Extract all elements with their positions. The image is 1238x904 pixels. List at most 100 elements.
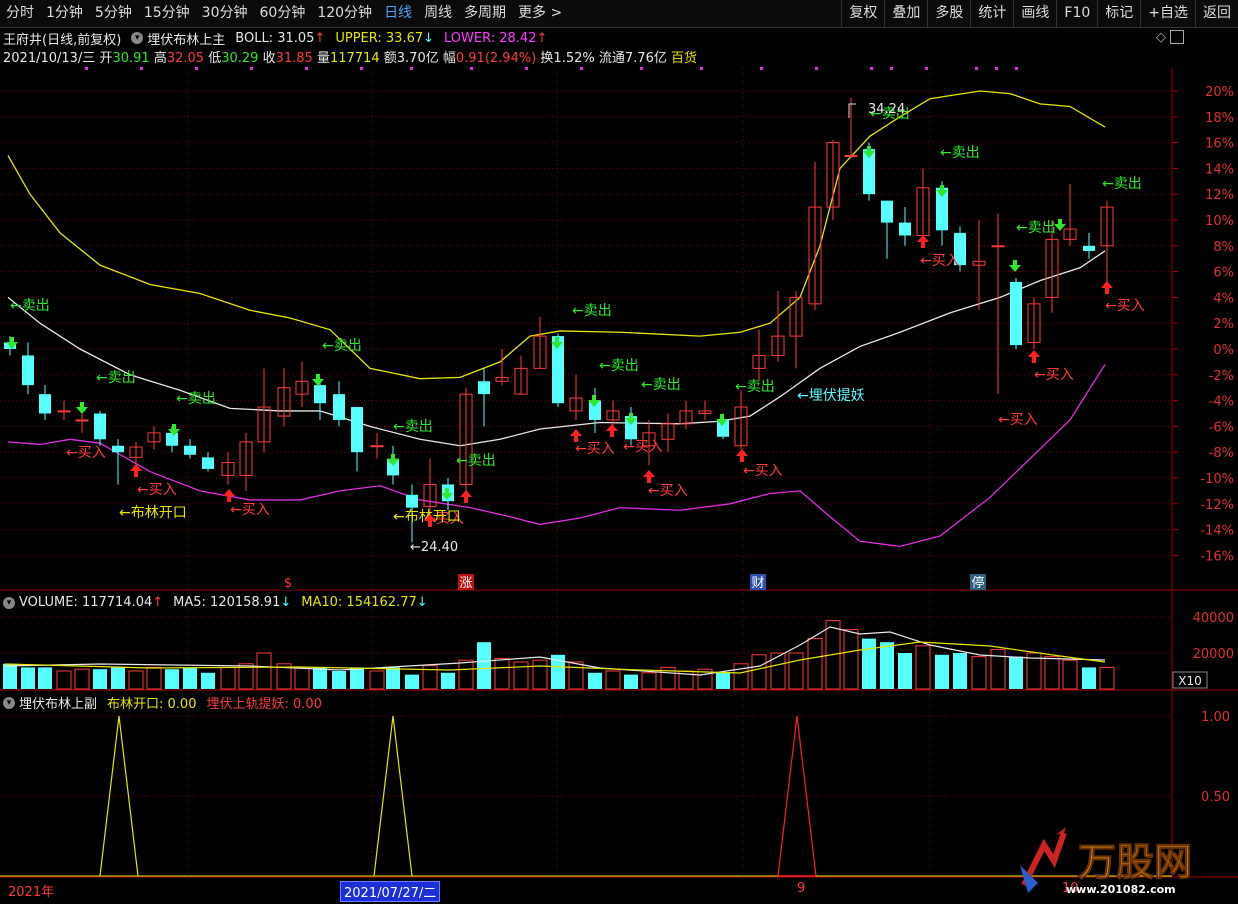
signal-dot	[580, 67, 583, 70]
price-axis-label: -14%	[1200, 524, 1234, 539]
signal-dot	[195, 67, 198, 70]
signal-dot	[250, 67, 253, 70]
signal-dot	[1015, 67, 1018, 70]
candle-body	[112, 445, 124, 453]
price-axis-label: 8%	[1213, 240, 1234, 255]
signal-dot	[995, 67, 998, 70]
ma5-value: MA5: 120158.91	[173, 595, 281, 610]
sell-signal-label: ←卖出	[940, 145, 980, 161]
volume-bar	[494, 657, 510, 690]
volume-bar	[788, 652, 804, 690]
buy-signal-label: ←买入	[575, 441, 615, 457]
price-axis-label: 20%	[1205, 85, 1234, 100]
price-axis-label: 10%	[1205, 214, 1234, 229]
volume-bar	[568, 661, 584, 690]
event-marker-label: 停	[971, 575, 984, 591]
volume-bar	[1009, 656, 1023, 689]
sell-signal-label: ←卖出	[96, 370, 136, 386]
selected-date[interactable]: 2021/07/27/二	[340, 881, 441, 902]
candle-body	[166, 432, 178, 446]
price-axis-label: -6%	[1209, 420, 1234, 435]
sell-signal-label: ←卖出	[322, 338, 362, 354]
sell-signal-label: ←卖出	[1102, 176, 1142, 192]
volume-axis-label: 40000	[1193, 611, 1234, 626]
volume-bar	[588, 672, 602, 689]
signal-dot	[360, 67, 363, 70]
sub-menu-icon[interactable]: ▾	[3, 696, 15, 709]
volume-bar	[770, 652, 786, 690]
price-axis-label: -4%	[1209, 395, 1234, 410]
volume-header: ▾ VOLUME: 117714.04 ↑ MA5: 120158.91 ↓ MA1…	[3, 595, 428, 610]
brand-logo-icon: 万股网 www.201082.com	[1020, 827, 1193, 896]
candle-body	[881, 200, 893, 223]
candle-body	[844, 155, 858, 157]
buy-signal-label: ←买入	[230, 502, 270, 518]
candle-body	[39, 394, 51, 414]
price-axis-label: 16%	[1205, 137, 1234, 152]
buy-arrow-icon	[223, 489, 235, 502]
candle-body	[94, 413, 106, 440]
volume-bar	[201, 672, 215, 689]
price-axis-label: -10%	[1200, 472, 1234, 487]
event-marker-label: 涨	[459, 576, 472, 591]
volume-bar	[165, 669, 179, 689]
boll-open-label: ←布林开口	[119, 505, 187, 521]
sub-indicator-name[interactable]: 埋伏布林上副	[19, 693, 97, 712]
sub-axis-label: 1.00	[1201, 710, 1230, 725]
volume-menu-icon[interactable]: ▾	[3, 596, 15, 609]
signal-dot	[815, 67, 818, 70]
volume-bar	[716, 672, 730, 689]
high-mark-line	[848, 103, 856, 118]
volume-bar	[146, 666, 162, 690]
low-mark-label: ←24.40	[410, 540, 458, 555]
buy-arrow-icon	[643, 470, 655, 483]
high-mark-label: 34.24	[868, 102, 905, 117]
sell-arrow-icon	[312, 374, 324, 386]
buy-arrow-icon	[1028, 350, 1040, 363]
ma10-value: MA10: 154162.77	[301, 595, 417, 610]
signal-dot	[470, 67, 473, 70]
ambush-spike	[777, 715, 817, 877]
ambush-value: 埋伏上轨提妖: 0.00	[206, 697, 322, 712]
volume-bar	[605, 670, 621, 690]
sub-indicator-header: ▾ 埋伏布林上副 布林开口: 0.00 埋伏上轨提妖: 0.00	[3, 693, 322, 712]
volume-bar	[183, 667, 197, 689]
volume-bar	[3, 663, 17, 689]
price-axis-label: 18%	[1205, 111, 1234, 126]
candle-body	[406, 494, 418, 508]
boll-open-label: ←布林开口	[393, 509, 461, 525]
volume-bar	[532, 659, 548, 690]
signal-dot	[975, 67, 978, 70]
price-axis-label: 14%	[1205, 162, 1234, 177]
buy-signal-label: ←买入	[920, 253, 960, 269]
volume-bar	[74, 668, 90, 690]
volume-bar	[1082, 667, 1096, 689]
volume-bar	[38, 667, 52, 689]
price-axis-label: 2%	[1213, 317, 1234, 332]
signal-dot	[85, 67, 88, 70]
buy-arrow-icon	[736, 449, 748, 462]
brand-url: www.201082.com	[1066, 883, 1176, 896]
candle-body	[75, 419, 89, 422]
volume-bar	[1044, 656, 1060, 690]
volume-value: VOLUME: 117714.04	[19, 595, 153, 610]
boll-open-value: 布林开口: 0.00	[107, 697, 197, 712]
event-marker-label: $	[284, 576, 292, 591]
signal-dot	[870, 67, 873, 70]
signal-dot	[525, 67, 528, 70]
candle-body	[202, 457, 214, 469]
volume-bar	[641, 672, 657, 690]
candle-body	[370, 445, 384, 448]
kline-chart[interactable]: 20% 18% 16% 14% 12% 10% 8% 6% 4% 2% 0% -2% -4% -6% -8%…	[0, 0, 1238, 904]
candle-body	[1083, 245, 1095, 251]
month-9-label: 9	[797, 881, 806, 896]
buy-signal-label: ←买入	[623, 439, 663, 455]
signal-dot	[305, 67, 308, 70]
price-axis-label: -2%	[1209, 369, 1234, 384]
sell-signal-label: ←卖出	[176, 391, 216, 407]
volume-bar	[862, 638, 876, 689]
price-axis-label: 0%	[1213, 343, 1234, 358]
sell-signal-label: ←卖出	[393, 419, 433, 435]
volume-bar	[953, 653, 967, 689]
price-axis-label: 6%	[1213, 266, 1234, 281]
